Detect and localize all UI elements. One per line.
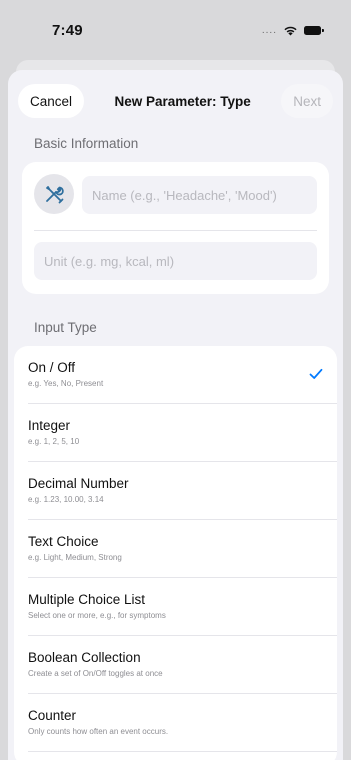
option-title: Counter (28, 708, 77, 723)
option-boolean-collection[interactable]: Boolean Collection Create a set of On/Of… (14, 636, 337, 694)
option-subtitle: e.g. 1, 2, 5, 10 (28, 437, 80, 446)
status-time: 7:49 (52, 21, 83, 39)
cancel-button[interactable]: Cancel (18, 84, 85, 118)
option-title: Boolean Collection (28, 650, 141, 665)
option-text-choice[interactable]: Text Choice e.g. Light, Medium, Strong (14, 520, 337, 578)
option-subtitle: e.g. Yes, No, Present (28, 379, 104, 388)
section-header-input-type: Input Type (34, 320, 97, 335)
wifi-icon (284, 26, 297, 35)
option-subtitle: e.g. Light, Medium, Strong (28, 553, 122, 562)
wrench-screwdriver-icon (46, 186, 64, 204)
option-subtitle: Only counts how often an event occurs. (28, 727, 169, 736)
signal-dots-icon: .... (261, 24, 277, 36)
option-subtitle: Create a set of On/Off toggles at once (28, 669, 163, 678)
modal-sheet: Cancel New Parameter: Type Next Basic In… (8, 70, 343, 760)
list-divider (28, 751, 337, 752)
option-title: On / Off (28, 360, 76, 375)
option-on-off[interactable]: On / Off e.g. Yes, No, Present (14, 346, 337, 404)
unit-input[interactable] (34, 242, 317, 280)
option-title: Text Choice (28, 534, 99, 549)
status-indicators: .... (261, 24, 324, 36)
option-counter[interactable]: Counter Only counts how often an event o… (14, 694, 337, 752)
name-input[interactable] (82, 176, 317, 214)
option-subtitle: Select one or more, e.g., for symptoms (28, 611, 166, 620)
battery-icon (304, 25, 324, 35)
option-title: Decimal Number (28, 476, 129, 491)
input-type-list: On / Off e.g. Yes, No, Present Integer e… (14, 346, 337, 760)
status-bar: 7:49 .... (0, 0, 351, 60)
section-header-basic-information: Basic Information (34, 136, 139, 151)
navigation-bar: Cancel New Parameter: Type Next (8, 84, 343, 118)
option-title: Integer (28, 418, 71, 433)
option-decimal-number[interactable]: Decimal Number e.g. 1.23, 10.00, 3.14 (14, 462, 337, 520)
option-integer[interactable]: Integer e.g. 1, 2, 5, 10 (14, 404, 337, 462)
option-multiple-choice-list[interactable]: Multiple Choice List Select one or more,… (14, 578, 337, 636)
checkmark-icon (309, 368, 323, 379)
basic-information-card (22, 162, 329, 294)
option-title: Multiple Choice List (28, 592, 146, 607)
page-title: New Parameter: Type (114, 93, 251, 109)
icon-picker-button[interactable] (34, 174, 74, 214)
next-button[interactable]: Next (281, 84, 333, 118)
card-divider (34, 230, 317, 231)
option-subtitle: e.g. 1.23, 10.00, 3.14 (28, 495, 104, 504)
